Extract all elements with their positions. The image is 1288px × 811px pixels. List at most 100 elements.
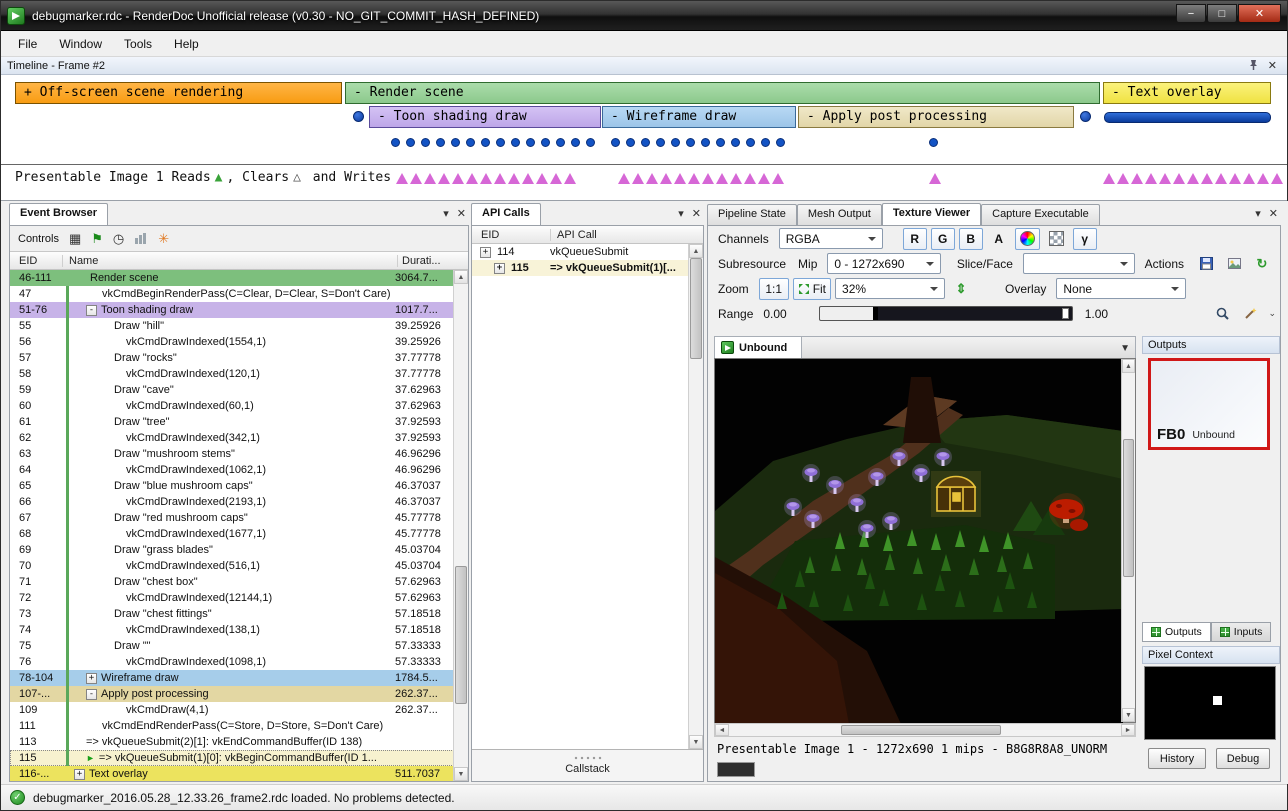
- panel-close-icon[interactable]: ✕: [692, 207, 701, 220]
- timeline-bar-text-overlay[interactable]: - Text overlay: [1103, 82, 1271, 104]
- panel-close-icon[interactable]: ✕: [457, 207, 466, 220]
- expand-toggle[interactable]: -: [86, 305, 97, 316]
- column-name[interactable]: Name: [62, 255, 397, 267]
- expand-toggle[interactable]: +: [480, 247, 491, 258]
- zoom-range-button[interactable]: [1210, 303, 1234, 325]
- event-row[interactable]: 73 Draw "chest fittings" 57.18518: [10, 606, 468, 622]
- fb0-thumbnail[interactable]: FB0 Unbound: [1148, 358, 1270, 450]
- event-row[interactable]: 57 Draw "rocks" 37.77778: [10, 350, 468, 366]
- expand-toggle[interactable]: -: [86, 689, 97, 700]
- event-row[interactable]: 66 vkCmdDrawIndexed(2193,1) 46.37037: [10, 494, 468, 510]
- event-row[interactable]: 78-104 + Wireframe draw 1784.5...: [10, 670, 468, 686]
- flip-y-button[interactable]: ⇕: [949, 278, 973, 300]
- event-row[interactable]: 109 vkCmdDraw(4,1) 262.37...: [10, 702, 468, 718]
- menu-window[interactable]: Window: [48, 33, 113, 55]
- event-row[interactable]: 69 Draw "grass blades" 45.03704: [10, 542, 468, 558]
- alpha-background-button[interactable]: [1044, 228, 1069, 250]
- timeline-bar-render-scene[interactable]: - Render scene: [345, 82, 1100, 104]
- scroll-up-icon[interactable]: ▲: [454, 270, 468, 284]
- debug-button[interactable]: Debug: [1216, 748, 1270, 769]
- event-row[interactable]: 46-111 Render scene 3064.7...: [10, 270, 468, 286]
- expand-toggle[interactable]: +: [86, 673, 97, 684]
- time-durations-icon[interactable]: ◷: [113, 232, 124, 245]
- event-row[interactable]: 71 Draw "chest box" 57.62963: [10, 574, 468, 590]
- tab-pipeline-state[interactable]: Pipeline State: [707, 204, 797, 225]
- color-wheel-button[interactable]: [1015, 228, 1040, 250]
- tab-inputs[interactable]: Inputs: [1211, 622, 1272, 642]
- slice-face-dropdown[interactable]: [1023, 253, 1135, 274]
- scroll-right-icon[interactable]: ►: [1121, 724, 1135, 736]
- range-slider[interactable]: [819, 306, 1073, 321]
- maximize-button[interactable]: □: [1207, 4, 1237, 23]
- close-button[interactable]: ✕: [1238, 4, 1281, 23]
- menu-tools[interactable]: Tools: [113, 33, 163, 55]
- refresh-button[interactable]: ↻: [1250, 253, 1274, 275]
- postproc-draw-dot[interactable]: [929, 138, 938, 147]
- column-eid[interactable]: EID: [10, 255, 62, 267]
- draw-event-dot[interactable]: [1080, 111, 1091, 122]
- event-row[interactable]: 75 Draw "" 57.33333: [10, 638, 468, 654]
- draw-event-dot[interactable]: [353, 111, 364, 122]
- zoom-dropdown[interactable]: 32%: [835, 278, 945, 299]
- event-row[interactable]: 68 vkCmdDrawIndexed(1677,1) 45.77778: [10, 526, 468, 542]
- event-row[interactable]: 76 vkCmdDrawIndexed(1098,1) 57.33333: [10, 654, 468, 670]
- event-row[interactable]: 113 => vkQueueSubmit(2)[1]: vkEndCommand…: [10, 734, 468, 750]
- callstack-section[interactable]: Callstack: [472, 749, 703, 781]
- scroll-thumb[interactable]: [841, 725, 1001, 735]
- toon-draw-dots[interactable]: [391, 138, 595, 147]
- overlay-dropdown[interactable]: None: [1056, 278, 1186, 299]
- event-row[interactable]: 62 vkCmdDrawIndexed(342,1) 37.92593: [10, 430, 468, 446]
- event-row[interactable]: 61 Draw "tree" 37.92593: [10, 414, 468, 430]
- open-texture-list-button[interactable]: [1222, 253, 1246, 275]
- event-browser-scrollbar[interactable]: ▲ ▼: [453, 270, 468, 781]
- timeline-bar-wireframe[interactable]: - Wireframe draw: [602, 106, 796, 128]
- event-row[interactable]: 59 Draw "cave" 37.62963: [10, 382, 468, 398]
- event-row[interactable]: 107-... - Apply post processing 262.37..…: [10, 686, 468, 702]
- timeline-bar-offscreen[interactable]: + Off-screen scene rendering: [15, 82, 342, 104]
- channels-dropdown[interactable]: RGBA: [779, 228, 883, 249]
- menu-file[interactable]: File: [7, 33, 48, 55]
- event-row[interactable]: 67 Draw "red mushroom caps" 45.77778: [10, 510, 468, 526]
- toolbar-overflow-icon[interactable]: ⌄: [1268, 308, 1276, 319]
- autofit-range-button[interactable]: [1238, 303, 1262, 325]
- event-row[interactable]: 56 vkCmdDrawIndexed(1554,1) 39.25926: [10, 334, 468, 350]
- save-texture-button[interactable]: [1194, 253, 1218, 275]
- blue-channel-button[interactable]: B: [959, 228, 983, 250]
- timeline-bar-toon-shading[interactable]: - Toon shading draw: [369, 106, 601, 128]
- menu-help[interactable]: Help: [163, 33, 210, 55]
- tab-outputs[interactable]: Outputs: [1142, 622, 1211, 642]
- wireframe-draw-dots[interactable]: [611, 138, 785, 147]
- splitter-grip[interactable]: [573, 756, 603, 760]
- pixel-context-view[interactable]: [1144, 666, 1276, 740]
- scroll-down-icon[interactable]: ▼: [454, 767, 468, 781]
- scroll-left-icon[interactable]: ◄: [715, 724, 729, 736]
- text-overlay-events-bar[interactable]: [1104, 112, 1271, 123]
- tab-event-browser[interactable]: Event Browser: [9, 203, 108, 225]
- tab-texture-viewer[interactable]: Texture Viewer: [882, 203, 981, 225]
- column-duration[interactable]: Durati...: [397, 255, 468, 267]
- scroll-down-icon[interactable]: ▼: [689, 735, 703, 749]
- event-row[interactable]: 64 vkCmdDrawIndexed(1062,1) 46.96296: [10, 462, 468, 478]
- fit-button[interactable]: Fit: [793, 278, 831, 300]
- texture-horizontal-scrollbar[interactable]: ◄ ►: [714, 723, 1136, 737]
- gamma-button[interactable]: γ: [1073, 228, 1097, 250]
- panel-close-icon[interactable]: ✕: [1269, 207, 1278, 220]
- alpha-channel-button[interactable]: A: [987, 228, 1011, 250]
- tab-api-calls[interactable]: API Calls: [471, 203, 541, 225]
- scroll-thumb[interactable]: [455, 566, 467, 704]
- history-button[interactable]: History: [1148, 748, 1206, 769]
- column-api-call[interactable]: API Call: [550, 229, 703, 241]
- tab-mesh-output[interactable]: Mesh Output: [797, 204, 882, 225]
- scroll-up-icon[interactable]: ▲: [1122, 359, 1135, 373]
- panel-menu-chevron-icon[interactable]: ▾: [678, 207, 684, 220]
- tab-capture-executable[interactable]: Capture Executable: [981, 204, 1100, 225]
- pin-icon[interactable]: [1248, 59, 1259, 73]
- panel-menu-chevron-icon[interactable]: ▾: [1255, 207, 1261, 220]
- texture-display[interactable]: ▲ ▼: [714, 358, 1136, 723]
- event-row[interactable]: 58 vkCmdDrawIndexed(120,1) 37.77778: [10, 366, 468, 382]
- stats-chart-icon[interactable]: [134, 232, 148, 246]
- event-row[interactable]: 111 vkCmdEndRenderPass(C=Store, D=Store,…: [10, 718, 468, 734]
- texture-vertical-scrollbar[interactable]: ▲ ▼: [1121, 359, 1135, 722]
- api-call-row[interactable]: + 114 vkQueueSubmit: [472, 244, 703, 260]
- event-row[interactable]: 60 vkCmdDrawIndexed(60,1) 37.62963: [10, 398, 468, 414]
